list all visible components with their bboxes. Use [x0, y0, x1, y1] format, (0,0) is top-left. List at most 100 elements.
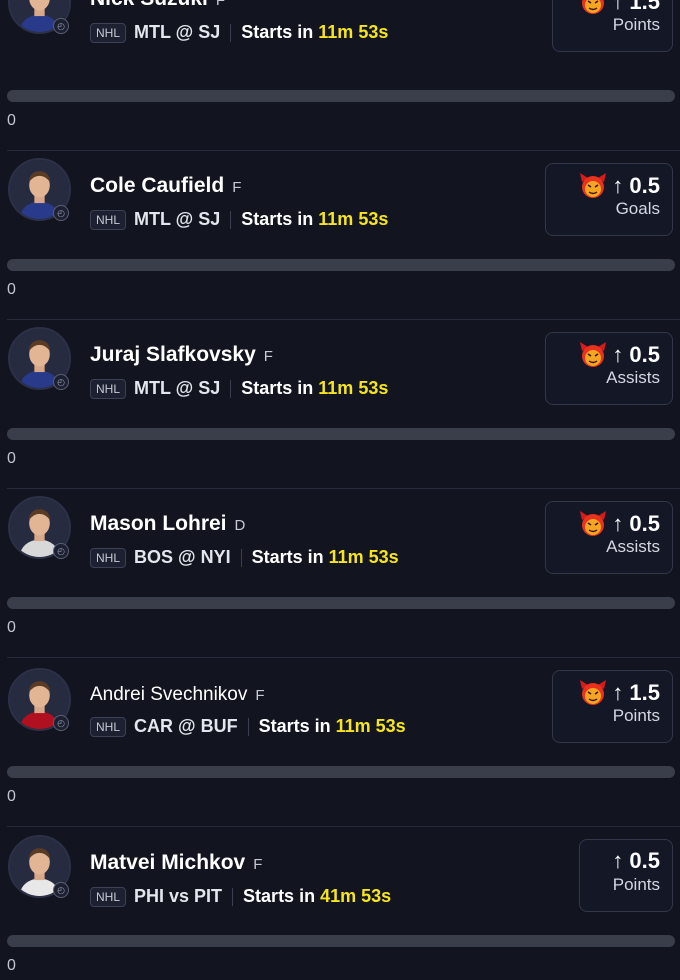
line-value-row: ↑ 0.5 — [612, 848, 660, 874]
line-value-row: ↑ 1.5 — [578, 679, 660, 707]
arrow-up-icon: ↑ — [612, 342, 624, 367]
line-value-row: ↑ 0.5 — [578, 172, 660, 200]
game-info-row: NHL PHI vs PIT Starts in 41m 53s — [90, 886, 391, 907]
player-name-row: Matvei Michkov F — [90, 851, 262, 875]
player-name[interactable]: Nick Suzuki — [90, 0, 208, 11]
matchup: MTL @ SJ — [134, 22, 221, 42]
stat-type: Points — [612, 875, 660, 894]
line-selector-button[interactable]: ↑ 1.5 Points — [552, 0, 673, 52]
starts-in-label: Starts in — [258, 716, 331, 736]
matchup: CAR @ BUF — [134, 716, 238, 736]
sport-badge-icon: ◴ — [53, 374, 69, 390]
player-name[interactable]: Cole Caufield — [90, 174, 224, 198]
line-selector-button[interactable]: ↑ 0.5 Goals — [545, 163, 673, 236]
devil-emoji-icon — [578, 510, 608, 538]
player-position: F — [255, 687, 265, 704]
line-value: 1.5 — [629, 0, 660, 14]
arrow-up-icon: ↑ — [612, 680, 624, 705]
progress-bar — [7, 766, 675, 778]
player-card[interactable]: ◴ Cole Caufield F NHL MTL @ SJ Starts in 11m 5… — [0, 151, 680, 320]
divider-line — [230, 23, 232, 42]
devil-emoji-icon — [578, 172, 608, 200]
line-selector-button[interactable]: ↑ 0.5 Points — [579, 839, 673, 912]
devil-emoji-icon — [578, 0, 608, 16]
matchup: MTL @ SJ — [134, 209, 221, 229]
progress-value: 0 — [7, 450, 16, 467]
starts-in-label: Starts in — [241, 22, 314, 42]
player-position: F — [215, 0, 226, 9]
divider-line — [240, 548, 242, 567]
progress-bar — [7, 597, 675, 609]
progress-bar — [7, 259, 675, 271]
countdown-timer: 41m 53s — [320, 886, 392, 906]
player-card[interactable]: ◴ Matvei Michkov F NHL PHI vs PIT Starts in 41… — [0, 827, 680, 980]
progress-value: 0 — [7, 112, 16, 129]
progress-bar — [7, 90, 675, 102]
progress-value: 0 — [7, 788, 16, 805]
line-value: 0.5 — [629, 342, 660, 367]
line-value-row: ↑ 0.5 — [578, 510, 660, 538]
player-name-row: Juraj Slafkovsky F — [90, 343, 273, 367]
starts-in-label: Starts in — [241, 378, 314, 398]
sport-badge-icon: ◴ — [53, 543, 69, 559]
starts-in-label: Starts in — [241, 209, 314, 229]
league-badge: NHL — [90, 22, 127, 43]
player-card[interactable]: ◴ Andrei Svechnikov F NHL CAR @ BUF Starts in… — [0, 658, 680, 827]
arrow-up-icon: ↑ — [612, 173, 624, 198]
starts-in-label: Starts in — [251, 547, 324, 567]
countdown-timer: 11m 53s — [335, 716, 406, 736]
countdown-timer: 11m 53s — [318, 378, 389, 398]
devil-emoji-icon — [578, 341, 608, 369]
sport-badge-icon: ◴ — [53, 205, 69, 221]
matchup: BOS @ NYI — [134, 547, 231, 567]
sport-badge-icon: ◴ — [53, 715, 69, 731]
arrow-up-icon: ↑ — [612, 0, 624, 14]
stat-type: Points — [612, 706, 660, 725]
game-info-row: NHL MTL @ SJ Starts in 11m 53s — [90, 378, 388, 399]
sport-badge-icon: ◴ — [53, 18, 69, 34]
player-position: F — [232, 179, 242, 196]
game-info-row: NHL BOS @ NYI Starts in 11m 53s — [90, 547, 399, 568]
arrow-up-icon: ↑ — [612, 848, 624, 873]
countdown-timer: 11m 53s — [318, 22, 389, 42]
matchup: PHI vs PIT — [134, 886, 223, 906]
divider-line — [247, 717, 249, 736]
progress-value: 0 — [7, 619, 16, 636]
player-card[interactable]: ◴ Mason Lohrei D NHL BOS @ NYI Starts in 11m 5… — [0, 489, 680, 658]
player-position: F — [253, 856, 263, 873]
arrow-up-icon: ↑ — [612, 511, 624, 536]
divider-line — [230, 379, 232, 398]
player-name[interactable]: Mason Lohrei — [90, 512, 227, 536]
stat-type: Points — [612, 15, 660, 34]
devil-emoji-icon — [578, 679, 608, 707]
line-value-row: ↑ 0.5 — [578, 341, 660, 369]
player-name-row: Mason Lohrei D — [90, 512, 245, 536]
player-card[interactable]: ◴ Nick Suzuki F NHL MTL @ SJ Starts in11m 53s… — [0, 0, 680, 151]
player-card[interactable]: ◴ Juraj Slafkovsky F NHL MTL @ SJ Starts in 11… — [0, 320, 680, 489]
stat-type: Assists — [606, 368, 660, 387]
league-badge: NHL — [90, 547, 127, 568]
game-info-row: NHL MTL @ SJ Starts in 11m 53s — [90, 209, 388, 230]
line-selector-button[interactable]: ↑ 1.5 Points — [552, 670, 673, 743]
player-name[interactable]: Matvei Michkov — [90, 851, 245, 875]
player-name[interactable]: Juraj Slafkovsky — [90, 343, 256, 367]
stat-type: Assists — [606, 537, 660, 556]
line-selector-button[interactable]: ↑ 0.5 Assists — [545, 501, 673, 574]
starts-in-label: Starts in — [243, 886, 316, 906]
player-name-row: Cole Caufield F — [90, 174, 241, 198]
progress-value: 0 — [7, 957, 16, 974]
line-selector-button[interactable]: ↑ 0.5 Assists — [545, 332, 673, 405]
player-name-row: Nick Suzuki F — [90, 0, 225, 11]
player-position: F — [263, 348, 273, 365]
league-badge: NHL — [90, 209, 127, 230]
stat-type: Goals — [615, 199, 660, 218]
league-badge: NHL — [90, 378, 127, 399]
league-badge: NHL — [90, 886, 127, 907]
line-value: 0.5 — [629, 848, 660, 873]
matchup: MTL @ SJ — [134, 378, 221, 398]
game-info-row: NHL CAR @ BUF Starts in 11m 53s — [90, 716, 406, 737]
divider-line — [230, 210, 232, 229]
player-name[interactable]: Andrei Svechnikov — [90, 684, 247, 706]
player-name-row: Andrei Svechnikov F — [90, 684, 265, 706]
countdown-timer: 11m 53s — [328, 547, 399, 567]
